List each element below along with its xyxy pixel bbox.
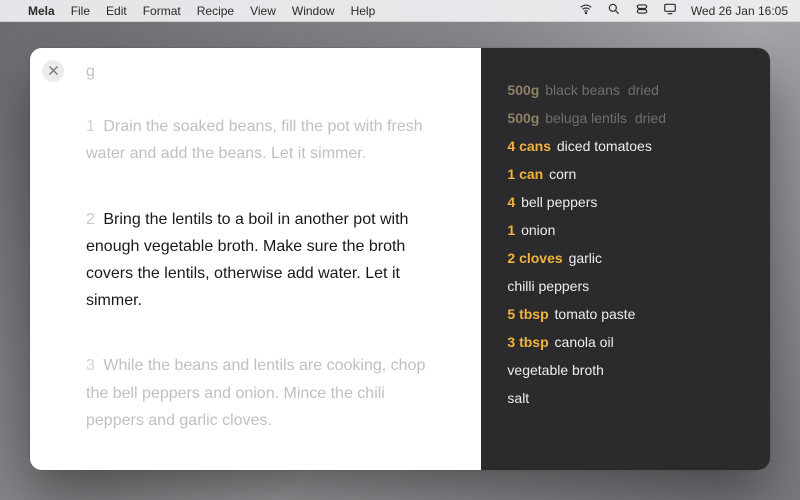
ingredient-name: diced tomatoes	[557, 138, 652, 154]
ingredient-name: salt	[507, 390, 529, 406]
close-icon	[49, 62, 58, 80]
step-text: Bring the lentils to a boil in another p…	[86, 211, 408, 310]
ingredient-qty: 4 cans	[507, 138, 551, 154]
ingredients-panel[interactable]: 500g black beans dried 500g beluga lenti…	[481, 48, 770, 470]
ingredient-qty: 4	[507, 194, 515, 210]
menu-file[interactable]: File	[71, 4, 90, 18]
step-number: 3	[86, 357, 95, 374]
ingredient-qty: 2 cloves	[507, 250, 562, 266]
ingredient-row[interactable]: 500g black beans dried	[507, 76, 744, 104]
ingredient-qty: 1	[507, 222, 515, 238]
menu-window[interactable]: Window	[292, 4, 335, 18]
macos-menubar: Mela File Edit Format Recipe View Window…	[0, 0, 800, 22]
ingredient-name: vegetable broth	[507, 362, 604, 378]
close-button[interactable]	[42, 60, 64, 82]
ingredient-row[interactable]: 2 cloves garlic	[507, 244, 744, 272]
ingredient-row[interactable]: 1 can corn	[507, 160, 744, 188]
ingredient-note: dried	[628, 82, 659, 98]
ingredient-row[interactable]: salt	[507, 384, 744, 412]
ingredient-row[interactable]: 1 onion	[507, 216, 744, 244]
step-1[interactable]: 1 Drain the soaked beans, fill the pot w…	[86, 113, 445, 167]
menu-view[interactable]: View	[250, 4, 276, 18]
ingredient-name: corn	[549, 166, 576, 182]
ingredient-name: tomato paste	[555, 306, 636, 322]
ingredient-row[interactable]: chilli peppers	[507, 272, 744, 300]
ingredient-name: black beans	[545, 82, 620, 98]
ingredient-row[interactable]: 500g beluga lentils dried	[507, 104, 744, 132]
search-icon[interactable]	[607, 2, 621, 19]
ingredient-qty: 500g	[507, 110, 539, 126]
ingredient-name: canola oil	[555, 334, 614, 350]
step-3[interactable]: 3 While the beans and lentils are cookin…	[86, 352, 445, 434]
menubar-right: Wed 26 Jan 16:05	[579, 2, 788, 19]
clock[interactable]: Wed 26 Jan 16:05	[691, 4, 788, 18]
step-number: 2	[86, 211, 95, 228]
ingredient-name: garlic	[569, 250, 602, 266]
menu-edit[interactable]: Edit	[106, 4, 127, 18]
step-number: 1	[86, 118, 95, 135]
display-icon[interactable]	[663, 2, 677, 19]
ingredient-name: bell peppers	[521, 194, 597, 210]
ingredient-qty: 5 tbsp	[507, 306, 548, 322]
ingredient-note: dried	[635, 110, 666, 126]
wifi-icon[interactable]	[579, 2, 593, 19]
menubar-left: Mela File Edit Format Recipe View Window…	[12, 4, 375, 18]
app-name[interactable]: Mela	[28, 4, 55, 18]
prev-step-overflow: g	[86, 58, 445, 85]
step-text: While the beans and lentils are cooking,…	[86, 357, 425, 428]
ingredient-name: chilli peppers	[507, 278, 589, 294]
menu-help[interactable]: Help	[351, 4, 376, 18]
control-center-icon[interactable]	[635, 2, 649, 19]
menu-format[interactable]: Format	[143, 4, 181, 18]
steps-panel[interactable]: g 1 Drain the soaked beans, fill the pot…	[30, 48, 481, 470]
ingredient-qty: 1 can	[507, 166, 543, 182]
ingredient-row[interactable]: 4 bell peppers	[507, 188, 744, 216]
step-text: Drain the soaked beans, fill the pot wit…	[86, 118, 423, 162]
recipe-cook-mode-window: g 1 Drain the soaked beans, fill the pot…	[30, 48, 770, 470]
ingredient-qty: 500g	[507, 82, 539, 98]
ingredient-qty: 3 tbsp	[507, 334, 548, 350]
ingredient-row[interactable]: 5 tbsp tomato paste	[507, 300, 744, 328]
menu-recipe[interactable]: Recipe	[197, 4, 234, 18]
ingredient-row[interactable]: 3 tbsp canola oil	[507, 328, 744, 356]
ingredient-row[interactable]: 4 cans diced tomatoes	[507, 132, 744, 160]
step-2[interactable]: 2 Bring the lentils to a boil in another…	[86, 206, 445, 315]
ingredient-name: onion	[521, 222, 555, 238]
ingredient-row[interactable]: vegetable broth	[507, 356, 744, 384]
ingredient-name: beluga lentils	[545, 110, 627, 126]
